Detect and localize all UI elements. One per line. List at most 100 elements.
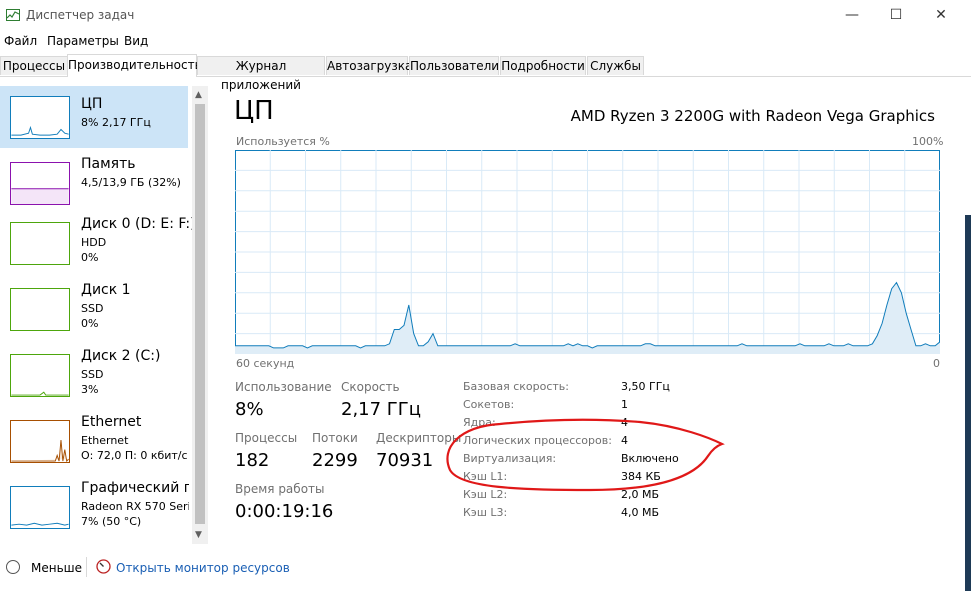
spec-label: Логических процессоров: bbox=[463, 434, 612, 447]
sidebar-item-ethernet[interactable]: Ethernet Ethernet О: 72,0 П: 0 кбит/с bbox=[0, 410, 188, 472]
time-end-label: 0 bbox=[933, 357, 940, 370]
sidebar-item-gpu[interactable]: Графический пр Radeon RX 570 Series 7% (… bbox=[0, 476, 189, 538]
menu-view[interactable]: Вид bbox=[124, 34, 148, 48]
menu-options[interactable]: Параметры bbox=[47, 34, 119, 48]
usage-label: Использование bbox=[235, 380, 332, 394]
utilization-max-label: 100% bbox=[912, 135, 944, 148]
page-title: ЦП bbox=[234, 96, 274, 126]
tab-processes[interactable]: Процессы bbox=[0, 56, 68, 75]
sidebar-item-disk0[interactable]: Диск 0 (D: E: F:) HDD 0% bbox=[0, 212, 196, 274]
window-title: Диспетчер задач bbox=[26, 8, 135, 22]
spec-value: 4 bbox=[621, 434, 628, 447]
spec-value: 2,0 МБ bbox=[621, 488, 660, 501]
cpu-model-name: AMD Ryzen 3 2200G with Radeon Vega Graph… bbox=[570, 107, 935, 125]
spec-value: 4,0 МБ bbox=[621, 506, 660, 519]
sidebar-item-disk1[interactable]: Диск 1 SSD 0% bbox=[0, 278, 188, 340]
title-bar: Диспетчер задач — ☐ ✕ bbox=[0, 0, 971, 30]
sidebar-item-detail-2: 0% bbox=[81, 317, 99, 330]
disk-thumbnail bbox=[10, 354, 70, 397]
disk-thumbnail bbox=[10, 222, 70, 265]
memory-thumbnail bbox=[10, 162, 70, 205]
sidebar-item-title: Память bbox=[81, 156, 136, 172]
resource-monitor-icon[interactable] bbox=[96, 559, 111, 574]
close-icon: ✕ bbox=[935, 7, 947, 23]
spec-value: 1 bbox=[621, 398, 628, 411]
time-span-label: 60 секунд bbox=[236, 357, 295, 370]
sidebar-item-detail: HDD bbox=[81, 236, 107, 249]
bottom-bar: Меньше Открыть монитор ресурсов bbox=[0, 553, 971, 583]
chevron-up-icon[interactable] bbox=[6, 560, 20, 574]
speed-value: 2,17 ГГц bbox=[341, 399, 422, 420]
fewer-details-button[interactable]: Меньше bbox=[31, 561, 82, 575]
tab-services[interactable]: Службы bbox=[587, 56, 644, 75]
cpu-usage-graph bbox=[235, 150, 940, 354]
divider bbox=[86, 557, 87, 577]
spec-value: 3,50 ГГц bbox=[621, 380, 670, 393]
handles-value: 70931 bbox=[376, 450, 434, 471]
sidebar-item-detail: Radeon RX 570 Series bbox=[81, 500, 189, 513]
sidebar-item-title: Диск 1 bbox=[81, 282, 131, 298]
usage-value: 8% bbox=[235, 399, 264, 420]
utilization-axis-label: Используется % bbox=[236, 135, 330, 148]
processes-label: Процессы bbox=[235, 431, 298, 445]
tab-details[interactable]: Подробности bbox=[500, 56, 586, 75]
processes-value: 182 bbox=[235, 450, 270, 471]
sidebar-item-detail-2: 3% bbox=[81, 383, 99, 396]
minimize-button[interactable]: — bbox=[829, 0, 875, 30]
spec-value: 4 bbox=[621, 416, 628, 429]
tab-strip: Процессы Производительность Журнал прило… bbox=[0, 54, 971, 92]
spec-label: Виртуализация: bbox=[463, 452, 557, 465]
tab-performance[interactable]: Производительность bbox=[67, 54, 202, 77]
cpu-thumbnail bbox=[10, 96, 70, 139]
background-window-edge bbox=[965, 215, 971, 591]
sidebar-item-detail: 4,5/13,9 ГБ (32%) bbox=[81, 176, 181, 189]
maximize-icon: ☐ bbox=[889, 7, 903, 23]
sidebar-item-memory[interactable]: Память 4,5/13,9 ГБ (32%) bbox=[0, 152, 188, 214]
maximize-button[interactable]: ☐ bbox=[873, 0, 919, 30]
threads-value: 2299 bbox=[312, 450, 358, 471]
sidebar-scrollbar[interactable]: ▲ ▼ bbox=[192, 86, 208, 544]
graph-grid bbox=[235, 150, 940, 354]
tab-app-history[interactable]: Журнал приложений bbox=[197, 56, 325, 92]
scroll-thumb[interactable] bbox=[195, 104, 205, 524]
sidebar-item-title: Графический пр bbox=[81, 480, 189, 496]
spec-label: Кэш L2: bbox=[463, 488, 508, 501]
minimize-icon: — bbox=[845, 7, 859, 23]
handles-label: Дескрипторы bbox=[376, 431, 462, 445]
tab-users[interactable]: Пользователи bbox=[409, 56, 499, 75]
uptime-label: Время работы bbox=[235, 482, 325, 496]
spec-label: Кэш L1: bbox=[463, 470, 508, 483]
ethernet-thumbnail bbox=[10, 420, 70, 463]
sidebar: ЦП 8% 2,17 ГГц Память 4,5/13,9 ГБ (32%) … bbox=[0, 86, 196, 544]
sidebar-item-title: ЦП bbox=[81, 96, 103, 112]
scroll-down-icon[interactable]: ▼ bbox=[195, 530, 202, 540]
sidebar-item-detail: 8% 2,17 ГГц bbox=[81, 116, 151, 129]
disk-thumbnail bbox=[10, 288, 70, 331]
menu-file[interactable]: Файл bbox=[4, 34, 37, 48]
sidebar-item-cpu[interactable]: ЦП 8% 2,17 ГГц bbox=[0, 86, 188, 148]
sidebar-item-title: Диск 0 (D: E: F:) bbox=[81, 216, 196, 232]
gpu-thumbnail bbox=[10, 486, 70, 529]
threads-label: Потоки bbox=[312, 431, 358, 445]
uptime-value: 0:00:19:16 bbox=[235, 501, 334, 522]
task-manager-icon bbox=[6, 9, 20, 21]
menu-bar: Файл Параметры Вид bbox=[0, 31, 971, 51]
spec-label: Базовая скорость: bbox=[463, 380, 569, 393]
sidebar-item-title: Диск 2 (C:) bbox=[81, 348, 161, 364]
spec-value: Включено bbox=[621, 452, 679, 465]
spec-label: Сокетов: bbox=[463, 398, 515, 411]
spec-label: Кэш L3: bbox=[463, 506, 508, 519]
spec-value: 384 КБ bbox=[621, 470, 661, 483]
sidebar-item-detail: SSD bbox=[81, 302, 104, 315]
spec-label: Ядра: bbox=[463, 416, 496, 429]
close-button[interactable]: ✕ bbox=[918, 0, 964, 30]
open-resource-monitor-link[interactable]: Открыть монитор ресурсов bbox=[116, 561, 290, 575]
tab-startup[interactable]: Автозагрузка bbox=[326, 56, 412, 75]
speed-label: Скорость bbox=[341, 380, 400, 394]
sidebar-item-disk2[interactable]: Диск 2 (C:) SSD 3% bbox=[0, 344, 188, 406]
sidebar-item-detail: SSD bbox=[81, 368, 104, 381]
sidebar-item-detail: Ethernet bbox=[81, 434, 129, 447]
scroll-up-icon[interactable]: ▲ bbox=[195, 90, 202, 100]
sidebar-item-detail-2: О: 72,0 П: 0 кбит/с bbox=[81, 449, 188, 462]
sidebar-item-detail-2: 0% bbox=[81, 251, 99, 264]
